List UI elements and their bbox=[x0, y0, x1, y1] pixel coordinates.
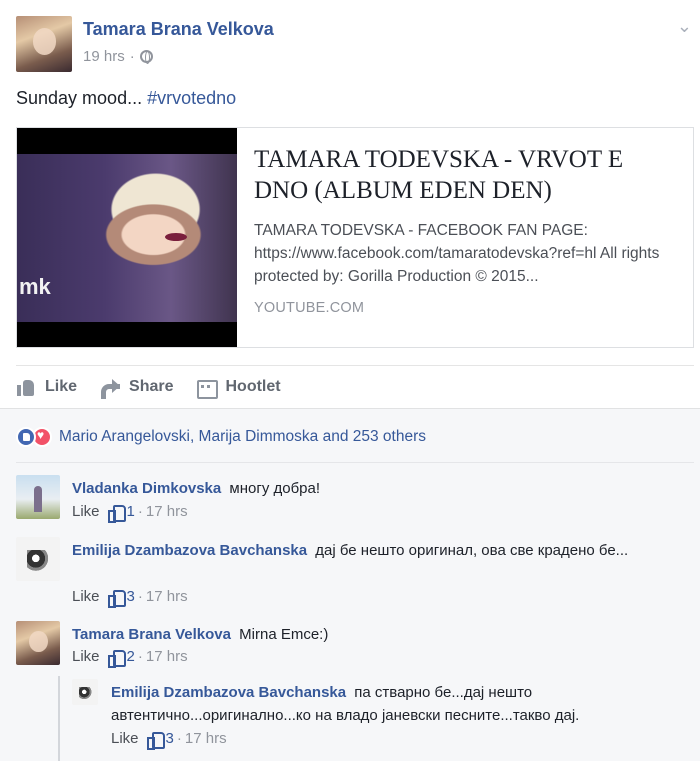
channel-logo: mk bbox=[19, 274, 51, 299]
comment-body: Emilija Dzambazova Bavchanska дај бе неш… bbox=[72, 539, 690, 562]
post-status-text: Sunday mood... #vrvotedno bbox=[16, 88, 236, 109]
video-thumbnail[interactable]: mk bbox=[17, 128, 237, 347]
commenter-name[interactable]: Emilija Dzambazova Bavchanska bbox=[111, 684, 346, 701]
comment-like-link[interactable]: Like bbox=[72, 503, 100, 520]
commenter-name[interactable]: Emilija Dzambazova Bavchanska bbox=[72, 542, 307, 559]
chevron-down-icon[interactable]: ⌄ bbox=[677, 16, 692, 37]
status-text: Sunday mood... bbox=[16, 88, 143, 108]
thumbs-up-icon bbox=[146, 731, 165, 750]
like-button[interactable]: Like bbox=[16, 378, 77, 396]
comment-time[interactable]: 17 hrs bbox=[185, 730, 227, 747]
comment: Vladanka Dimkovska многу добра! Like 1 ·… bbox=[16, 475, 690, 525]
comments-section: Mario Arangelovski, Marija Dimmoska and … bbox=[0, 408, 700, 761]
comment-like-count[interactable]: 2 bbox=[127, 648, 135, 665]
hootlet-button[interactable]: Hootlet bbox=[196, 378, 281, 399]
globe-icon[interactable] bbox=[139, 50, 153, 64]
comment-text: дај бе нешто оригинал, ова све крадено б… bbox=[315, 542, 629, 559]
thumbs-up-icon bbox=[107, 649, 126, 668]
post-actions: Like Share Hootlet bbox=[16, 367, 281, 407]
reactions-names[interactable]: Mario Arangelovski, Marija Dimmoska and … bbox=[59, 428, 426, 446]
comment-time[interactable]: 17 hrs bbox=[146, 648, 188, 665]
hootlet-icon bbox=[196, 378, 219, 399]
share-label: Share bbox=[129, 378, 174, 395]
thumbs-up-icon bbox=[107, 504, 126, 523]
comment-like-count[interactable]: 1 bbox=[127, 503, 135, 520]
like-label: Like bbox=[45, 378, 78, 395]
share-button[interactable]: Share bbox=[100, 378, 174, 399]
share-arrow-icon bbox=[100, 378, 121, 399]
facebook-post: Tamara Brana Velkova 19 hrs · ⌄ Sunday m… bbox=[0, 0, 700, 761]
link-preview-card[interactable]: mk TAMARA TODEVSKA - VRVOT E DNO (ALBUM … bbox=[16, 127, 694, 348]
comment-like-count[interactable]: 3 bbox=[127, 588, 135, 605]
comment-body: Emilija Dzambazova Bavchanska па стварно… bbox=[111, 681, 690, 727]
comment-like-link[interactable]: Like bbox=[72, 588, 100, 605]
comment-meta: Like 2 · 17 hrs bbox=[72, 648, 188, 668]
reactions-summary[interactable]: Mario Arangelovski, Marija Dimmoska and … bbox=[16, 427, 426, 447]
meta-separator: · bbox=[176, 730, 182, 747]
comment: Emilija Dzambazova Bavchanska дај бе неш… bbox=[16, 537, 690, 613]
comment-text: Mirna Emce:) bbox=[239, 626, 329, 643]
reply-comment: Emilija Dzambazova Bavchanska па стварно… bbox=[72, 679, 690, 755]
link-title[interactable]: TAMARA TODEVSKA - VRVOT E DNO (ALBUM EDE… bbox=[254, 144, 679, 206]
reply-thread-line bbox=[58, 676, 60, 761]
post-time[interactable]: 19 hrs bbox=[83, 48, 125, 65]
comment-meta: Like 3 · 17 hrs bbox=[111, 730, 227, 750]
link-domain: YOUTUBE.COM bbox=[254, 300, 365, 316]
commenter-avatar[interactable] bbox=[16, 621, 60, 665]
commenter-name[interactable]: Tamara Brana Velkova bbox=[72, 626, 231, 643]
author-name[interactable]: Tamara Brana Velkova bbox=[83, 19, 274, 40]
comment-like-link[interactable]: Like bbox=[72, 648, 100, 665]
link-description: TAMARA TODEVSKA - FACEBOOK FAN PAGE: htt… bbox=[254, 222, 660, 285]
comment-body: Vladanka Dimkovska многу добра! bbox=[72, 477, 690, 500]
thumbs-up-icon bbox=[16, 378, 36, 396]
meta-separator: · bbox=[137, 648, 143, 665]
comment-text: многу добра! bbox=[229, 480, 321, 497]
commenter-avatar[interactable] bbox=[72, 679, 98, 705]
divider bbox=[16, 462, 694, 463]
link-card-body: TAMARA TODEVSKA - VRVOT E DNO (ALBUM EDE… bbox=[237, 128, 693, 347]
meta-separator: · bbox=[137, 503, 143, 520]
commenter-avatar[interactable] bbox=[16, 537, 60, 581]
hootlet-label: Hootlet bbox=[225, 378, 281, 395]
meta-separator: · bbox=[137, 588, 143, 605]
comment-meta: Like 1 · 17 hrs bbox=[72, 503, 188, 523]
comment-time[interactable]: 17 hrs bbox=[146, 588, 188, 605]
comment-body: Tamara Brana Velkova Mirna Emce:) bbox=[72, 623, 690, 646]
comment-meta: Like 3 · 17 hrs bbox=[72, 588, 188, 608]
divider bbox=[16, 365, 694, 366]
author-avatar[interactable] bbox=[16, 16, 72, 72]
comment-like-link[interactable]: Like bbox=[111, 730, 139, 747]
comment-time[interactable]: 17 hrs bbox=[146, 503, 188, 520]
like-reaction-icon bbox=[16, 427, 36, 447]
thumbnail-detail bbox=[165, 233, 187, 241]
meta-separator: · bbox=[129, 48, 135, 65]
commenter-name[interactable]: Vladanka Dimkovska bbox=[72, 480, 221, 497]
thumbs-up-icon bbox=[107, 589, 126, 608]
post-meta: 19 hrs · bbox=[83, 48, 153, 65]
comment: Tamara Brana Velkova Mirna Emce:) Like 2… bbox=[16, 621, 690, 671]
comment-like-count[interactable]: 3 bbox=[166, 730, 174, 747]
commenter-avatar[interactable] bbox=[16, 475, 60, 519]
hashtag-link[interactable]: #vrvotedno bbox=[147, 88, 236, 108]
